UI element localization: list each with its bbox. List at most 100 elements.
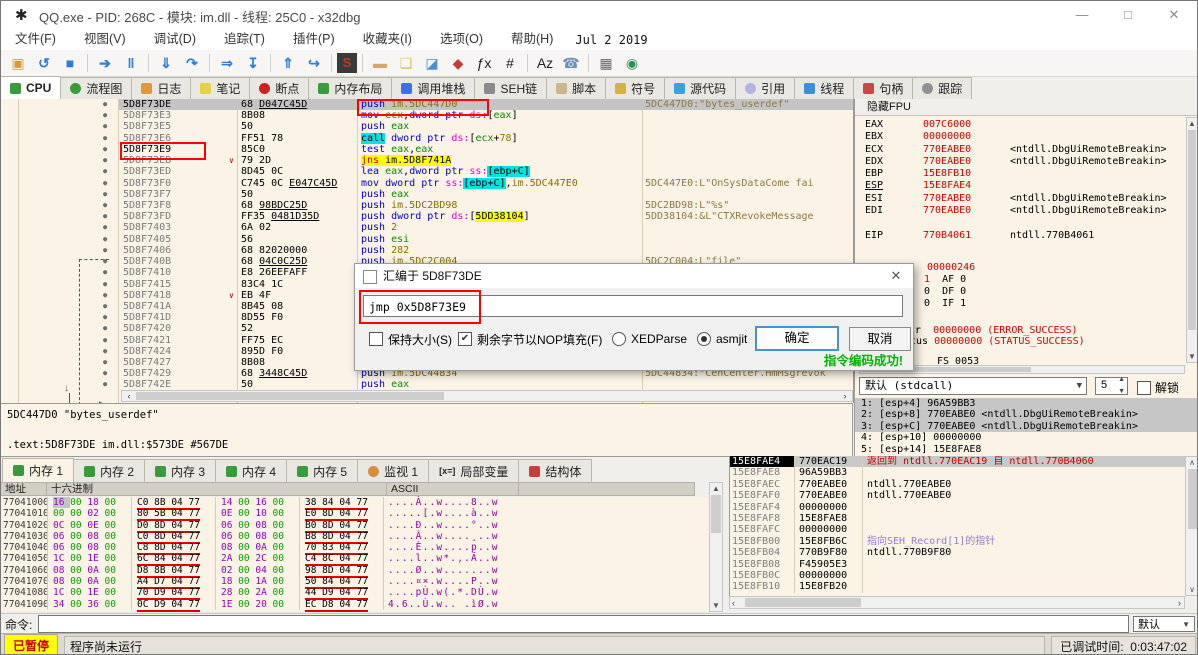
toolbar-execute-till-return-icon[interactable]: ↧ <box>241 52 265 74</box>
tab-笔记[interactable]: 笔记 <box>190 77 251 99</box>
memory-header-地址[interactable]: 地址 <box>1 482 47 496</box>
breakpoint-dot-icon[interactable]: ● <box>103 144 107 155</box>
cancel-button[interactable]: 取消 <box>849 327 911 351</box>
toolbar-calculator-icon[interactable]: ▦ <box>594 52 618 74</box>
breakpoint-dot-icon[interactable]: ● <box>103 234 107 245</box>
register-row[interactable]: EDI 770EABE0 <ntdll.DbgUiRemoteBreakin> <box>855 205 1197 217</box>
stack-row[interactable]: 15E8FAE4 770EAC19 返回到 ntdll.770EAC19 自 ntd… <box>730 456 1185 468</box>
breakpoint-dot-icon[interactable]: ● <box>103 301 107 312</box>
register-row[interactable]: EAX 007C6000 <box>855 119 1197 131</box>
memory-row[interactable]: 77041090 34 00 36 00 0C D9 04 77 1E 00 20 0… <box>1 598 709 612</box>
breakpoint-dot-icon[interactable]: ● <box>103 379 107 390</box>
memory-row[interactable]: 77041020 0C 00 0E 00 D0 8D 04 77 06 00 08 0… <box>1 519 709 533</box>
tab-内存 1[interactable]: 内存 1 <box>2 458 75 482</box>
menu-item-追踪(T)[interactable]: 追踪(T) <box>210 29 279 50</box>
arg-count-spinner[interactable]: 5 ▲ ▼ <box>1095 376 1128 395</box>
menu-item-视图(V)[interactable]: 视图(V) <box>70 29 140 50</box>
register-row[interactable]: ESI 770EABE0 <ntdll.DbgUiRemoteBreakin> <box>855 193 1197 205</box>
scroll-left-icon[interactable]: ‹ <box>123 391 135 401</box>
tab-结构体[interactable]: 结构体 <box>518 459 593 482</box>
register-row[interactable]: EDX 770EABE0 <ntdll.DbgUiRemoteBreakin> <box>855 156 1197 168</box>
toolbar-modules-icon[interactable]: ☎ <box>559 52 583 74</box>
argument-row[interactable]: 4: [esp+10] 00000000 <box>855 432 1197 443</box>
tab-内存 2[interactable]: 内存 2 <box>73 459 146 482</box>
disasm-row[interactable]: ● 5D8F73E5 50 push eax <box>1 121 853 132</box>
stack-row[interactable]: 15E8FB08 F45905E3 <box>730 558 1185 570</box>
breakpoint-dot-icon[interactable]: ● <box>103 121 107 132</box>
breakpoint-dot-icon[interactable]: ● <box>103 99 107 110</box>
tab-引用[interactable]: 引用 <box>735 77 796 99</box>
tab-调用堆栈[interactable]: 调用堆栈 <box>391 77 476 99</box>
stack-row[interactable]: 15E8FB0C 00000000 <box>730 569 1185 582</box>
tab-内存布局[interactable]: 内存布局 <box>308 77 393 99</box>
tab-脚本[interactable]: 脚本 <box>546 77 607 99</box>
breakpoint-dot-icon[interactable]: ● <box>103 110 107 121</box>
register-row[interactable]: ESP 15E8FAE4 <box>855 180 1197 192</box>
register-row[interactable]: EIP 770B4061 ntdll.770B4061 <box>855 230 1197 242</box>
stack-row[interactable]: 15E8FAF0 770EABE0 ntdll.770EABE0 <box>730 490 1185 502</box>
toolbar-step-into-icon[interactable]: ⇓ <box>154 52 178 74</box>
toolbar-attach-icon[interactable]: ↪ <box>302 52 326 74</box>
command-input[interactable] <box>38 615 1129 633</box>
argument-row[interactable]: 1: [esp+4] 96A59BB3 <box>855 398 1197 410</box>
stack-row[interactable]: 15E8FB04 770B9F80 ntdll.770B9F80 <box>730 547 1185 559</box>
breakpoint-dot-icon[interactable]: ● <box>103 155 107 166</box>
toolbar-restart-icon[interactable]: ↺ <box>32 52 56 74</box>
menu-item-插件(P)[interactable]: 插件(P) <box>279 29 349 50</box>
tab-CPU[interactable]: CPU <box>1 76 62 99</box>
breakpoint-dot-icon[interactable]: ● <box>103 357 107 368</box>
memory-header-十六进制[interactable]: 十六进制 <box>47 482 387 496</box>
breakpoint-dot-icon[interactable]: ● <box>103 166 107 177</box>
dialog-title-bar[interactable]: 汇编于 5D8F73DE ✕ <box>355 264 913 288</box>
stack-row[interactable]: 15E8FAEC 770EABE0 ntdll.770EABE0 <box>730 478 1185 491</box>
breakpoint-dot-icon[interactable]: ● <box>103 222 107 233</box>
toolbar-run-icon[interactable]: ➔ <box>93 52 117 74</box>
toolbar-run-to-user-code-icon[interactable]: ⇒ <box>215 52 239 74</box>
breakpoint-dot-icon[interactable]: ● <box>103 323 107 334</box>
toolbar-open-file-icon[interactable]: ▣ <box>6 52 30 74</box>
memory-row[interactable]: 77041060 08 00 0A 00 D8 8B 04 77 02 00 04 0… <box>1 564 709 578</box>
disasm-row[interactable]: ● 5D8F73ED 8D45 0C lea eax,dword ptr ss:[eb… <box>1 166 853 178</box>
spinner-down-icon[interactable]: ▼ <box>1118 388 1125 395</box>
argument-row[interactable]: 5: [esp+14] 15E8FAE8 <box>855 444 1197 455</box>
breakpoint-dot-icon[interactable]: ● <box>103 211 107 222</box>
scroll-right-icon[interactable]: › <box>839 391 851 401</box>
breakpoint-dot-icon[interactable]: ● <box>103 290 107 301</box>
toolbar-stop-icon[interactable]: ■ <box>58 52 82 74</box>
tab-源代码[interactable]: 源代码 <box>664 77 737 99</box>
stack-row[interactable]: 15E8FAFC 00000000 <box>730 524 1185 536</box>
register-row[interactable]: EBX 00000000 <box>855 131 1197 143</box>
minimize-button[interactable]: — <box>1059 1 1105 29</box>
tab-内存 3[interactable]: 内存 3 <box>144 459 217 482</box>
scroll-right-icon[interactable]: › <box>1178 598 1181 608</box>
menu-item-帮助(H)[interactable]: 帮助(H) <box>497 29 567 50</box>
breakpoint-dot-icon[interactable]: ● <box>103 189 107 200</box>
breakpoint-dot-icon[interactable]: ● <box>103 312 107 323</box>
breakpoint-dot-icon[interactable]: ● <box>103 133 107 144</box>
toolbar-bookmark-icon[interactable]: ◆ <box>446 52 470 74</box>
tab-内存 5[interactable]: 内存 5 <box>286 459 359 482</box>
memory-header-ASCII[interactable]: ASCII <box>387 482 519 496</box>
hide-fpu-button[interactable]: 隐藏FPU <box>855 99 1197 116</box>
toolbar-function-icon[interactable]: ƒx <box>472 52 496 74</box>
tab-SEH链[interactable]: SEH链 <box>474 77 548 99</box>
title-bar[interactable]: ✱ QQ.exe - PID: 268C - 模块: im.dll - 线程: … <box>1 1 1197 30</box>
memory-row[interactable]: 77041080 1C 00 1E 00 70 D9 04 77 28 00 2A 0… <box>1 587 709 601</box>
keep-size-checkbox[interactable]: 保持大小(S) <box>369 328 452 350</box>
toolbar-hash-icon[interactable]: # <box>498 52 522 74</box>
disasm-row[interactable]: ● 5D8F742E 50 push eax <box>1 379 853 390</box>
disasm-row[interactable]: ● 5D8F73F0 C745 0C E047C45D mov dword ptr s… <box>1 177 853 189</box>
tab-句柄[interactable]: 句柄 <box>853 77 914 99</box>
unlock-checkbox[interactable]: 解锁 <box>1137 379 1179 396</box>
disasm-row[interactable]: ● 5D8F73F8 68 98BDC25D push im.5DC2BD98 5DC2… <box>1 200 853 211</box>
memory-dump[interactable]: 77041000 16 00 18 00 C0 8B 04 77 14 00 16 0… <box>1 497 709 612</box>
toolbar-pause-icon[interactable]: ‖ <box>119 52 143 74</box>
breakpoint-dot-icon[interactable]: ● <box>103 335 107 346</box>
breakpoint-dot-icon[interactable]: ● <box>103 178 107 189</box>
disasm-row[interactable]: ● 5D8F73F7 50 push eax <box>1 189 853 200</box>
breakpoint-dot-icon[interactable]: ● <box>103 267 107 278</box>
toolbar-comments-icon[interactable]: ❏ <box>394 52 418 74</box>
dialog-close-icon[interactable]: ✕ <box>885 264 907 288</box>
breakpoint-dot-icon[interactable]: ● <box>103 368 107 379</box>
fill-nop-checkbox[interactable]: ✔ 剩余字节以NOP填充(F) <box>458 328 602 350</box>
